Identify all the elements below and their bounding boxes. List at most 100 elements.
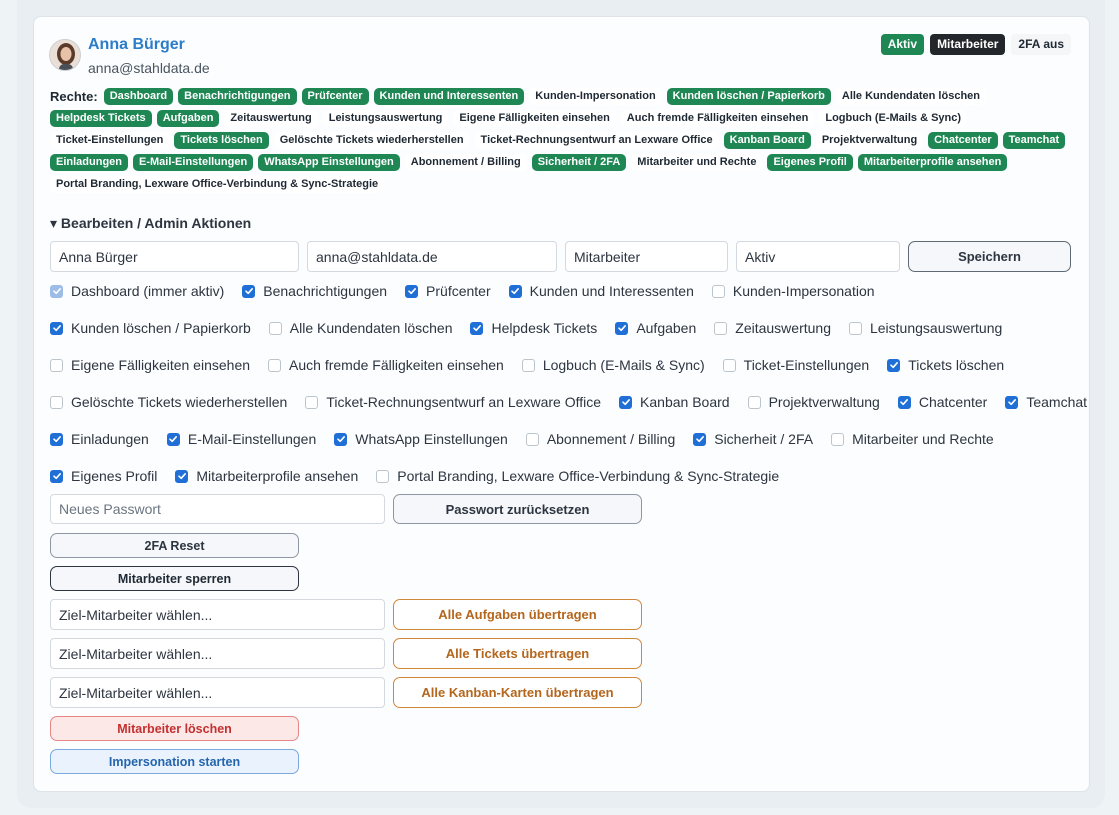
- permission-checkbox[interactable]: [848, 321, 862, 335]
- permission-label: Prüfcenter: [426, 283, 491, 299]
- right-chip: WhatsApp Einstellungen: [258, 154, 400, 171]
- permission-item[interactable]: Ticket-Einstellungen: [722, 357, 869, 373]
- transfer-tasks-button[interactable]: Alle Aufgaben übertragen: [393, 599, 642, 630]
- permission-checkbox[interactable]: [747, 395, 761, 409]
- permission-item[interactable]: Chatcenter: [897, 394, 987, 410]
- permission-item[interactable]: Kunden-Impersonation: [711, 283, 875, 299]
- permission-label: E-Mail-Einstellungen: [187, 431, 317, 447]
- permission-label: Logbuch (E-Mails & Sync): [542, 357, 705, 373]
- target-employee-select-tickets[interactable]: Ziel-Mitarbeiter wählen...: [50, 638, 385, 669]
- target-employee-select-kanban[interactable]: Ziel-Mitarbeiter wählen...: [50, 677, 385, 708]
- right-chip: Prüfcenter: [301, 88, 369, 105]
- permission-checkbox[interactable]: [242, 284, 256, 298]
- permission-checkbox[interactable]: [831, 432, 845, 446]
- start-impersonation-button[interactable]: Impersonation starten: [50, 749, 299, 774]
- permission-item[interactable]: Abonnement / Billing: [525, 431, 675, 447]
- permission-checkbox[interactable]: [1005, 395, 1019, 409]
- permission-checkbox[interactable]: [508, 284, 522, 298]
- permission-checkbox[interactable]: [334, 432, 348, 446]
- permission-checkbox[interactable]: [166, 432, 180, 446]
- right-chip: Abonnement / Billing: [404, 154, 527, 171]
- role-select[interactable]: Mitarbeiter: [565, 241, 728, 272]
- permission-item[interactable]: Kanban Board: [619, 394, 730, 410]
- permission-checkbox[interactable]: [722, 358, 736, 372]
- permission-label: Mitarbeiter und Rechte: [852, 431, 994, 447]
- permission-item[interactable]: Leistungsauswertung: [848, 320, 1003, 336]
- lock-employee-button[interactable]: Mitarbeiter sperren: [50, 566, 299, 591]
- permission-item[interactable]: Portal Branding, Lexware Office-Verbindu…: [376, 468, 779, 484]
- permission-item[interactable]: Einladungen: [50, 431, 149, 447]
- permission-label: Aufgaben: [636, 320, 697, 336]
- user-name[interactable]: Anna Bürger: [88, 36, 185, 54]
- reset-password-button[interactable]: Passwort zurücksetzen: [393, 494, 642, 524]
- permission-checkbox[interactable]: [268, 358, 282, 372]
- permission-label: Sicherheit / 2FA: [714, 431, 814, 447]
- name-field[interactable]: Anna Bürger: [50, 241, 299, 272]
- rights-label: Rechte:: [50, 89, 98, 104]
- permission-item[interactable]: Logbuch (E-Mails & Sync): [521, 357, 705, 373]
- target-employee-select-tasks[interactable]: Ziel-Mitarbeiter wählen...: [50, 599, 385, 630]
- permission-label: Mitarbeiterprofile ansehen: [196, 468, 359, 484]
- permission-checkbox[interactable]: [525, 432, 539, 446]
- permission-checkbox[interactable]: [50, 358, 63, 372]
- permission-checkbox[interactable]: [470, 321, 484, 335]
- permission-label: Leistungsauswertung: [869, 320, 1003, 336]
- permission-item[interactable]: Teamchat: [1005, 394, 1087, 410]
- permission-label: Ticket-Rechnungsentwurf an Lexware Offic…: [326, 394, 602, 410]
- admin-actions-toggle[interactable]: ▾ Bearbeiten / Admin Aktionen: [50, 215, 251, 232]
- permission-item[interactable]: Mitarbeiter und Rechte: [831, 431, 994, 447]
- permission-checkbox[interactable]: [268, 321, 282, 335]
- transfer-tickets-button[interactable]: Alle Tickets übertragen: [393, 638, 642, 669]
- permission-checkbox[interactable]: [887, 358, 901, 372]
- permission-checkbox[interactable]: [50, 395, 63, 409]
- right-chip: Kanban Board: [723, 132, 811, 149]
- delete-employee-button[interactable]: Mitarbeiter löschen: [50, 716, 299, 741]
- permission-item[interactable]: WhatsApp Einstellungen: [334, 431, 508, 447]
- permission-item[interactable]: Projektverwaltung: [747, 394, 880, 410]
- permission-checkbox[interactable]: [711, 284, 725, 298]
- permission-item[interactable]: Sicherheit / 2FA: [693, 431, 813, 447]
- permission-item[interactable]: Gelöschte Tickets wiederherstellen: [50, 394, 287, 410]
- permission-item[interactable]: Aufgaben: [615, 320, 696, 336]
- permission-checkbox[interactable]: [305, 395, 319, 409]
- permission-item[interactable]: Prüfcenter: [405, 283, 491, 299]
- permission-item[interactable]: Benachrichtigungen: [242, 283, 387, 299]
- permission-item[interactable]: Ticket-Rechnungsentwurf an Lexware Offic…: [305, 394, 601, 410]
- permission-item[interactable]: Alle Kundendaten löschen: [268, 320, 452, 336]
- permission-item[interactable]: Kunden löschen / Papierkorb: [50, 320, 251, 336]
- new-password-input[interactable]: Neues Passwort: [50, 494, 385, 524]
- permission-label: Auch fremde Fälligkeiten einsehen: [289, 357, 504, 373]
- status-select[interactable]: Aktiv: [736, 241, 900, 272]
- permission-item[interactable]: Eigene Fälligkeiten einsehen: [50, 357, 250, 373]
- permission-checkbox[interactable]: [693, 432, 707, 446]
- permission-checkbox[interactable]: [376, 469, 390, 483]
- permission-checkbox[interactable]: [615, 321, 629, 335]
- permission-item[interactable]: Mitarbeiterprofile ansehen: [175, 468, 358, 484]
- status-badges: Aktiv Mitarbeiter 2FA aus: [880, 34, 1071, 55]
- permission-item[interactable]: Eigenes Profil: [50, 468, 157, 484]
- permission-checkbox[interactable]: [50, 432, 63, 446]
- right-chip: Kunden-Impersonation: [529, 88, 662, 105]
- permission-checkbox[interactable]: [175, 469, 189, 483]
- twofa-badge: 2FA aus: [1011, 34, 1071, 55]
- right-chip: Kunden und Interessenten: [373, 88, 525, 105]
- permission-checkbox[interactable]: [50, 321, 63, 335]
- permission-checkbox[interactable]: [714, 321, 728, 335]
- permission-checkbox[interactable]: [897, 395, 911, 409]
- save-button[interactable]: Speichern: [908, 241, 1071, 272]
- right-chip: Zeitauswertung: [224, 110, 318, 127]
- permission-item[interactable]: Zeitauswertung: [714, 320, 831, 336]
- transfer-kanban-button[interactable]: Alle Kanban-Karten übertragen: [393, 677, 642, 708]
- permission-item[interactable]: E-Mail-Einstellungen: [166, 431, 317, 447]
- permission-checkbox[interactable]: [619, 395, 633, 409]
- right-chip: Einladungen: [50, 154, 128, 171]
- permission-item[interactable]: Auch fremde Fälligkeiten einsehen: [268, 357, 504, 373]
- permission-item[interactable]: Tickets löschen: [887, 357, 1004, 373]
- permission-item[interactable]: Kunden und Interessenten: [508, 283, 694, 299]
- permission-checkbox[interactable]: [521, 358, 535, 372]
- permission-checkbox[interactable]: [405, 284, 419, 298]
- permission-item[interactable]: Helpdesk Tickets: [470, 320, 597, 336]
- email-field[interactable]: anna@stahldata.de: [307, 241, 557, 272]
- twofa-reset-button[interactable]: 2FA Reset: [50, 533, 299, 558]
- permission-checkbox[interactable]: [50, 469, 63, 483]
